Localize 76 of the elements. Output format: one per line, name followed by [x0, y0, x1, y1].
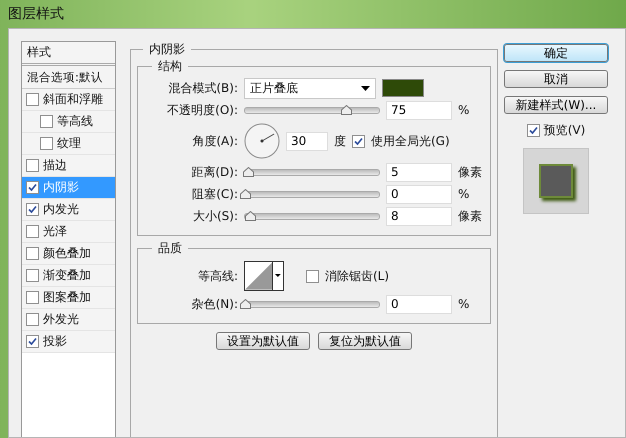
style-item[interactable]: 斜面和浮雕	[22, 89, 115, 111]
default-button[interactable]: 设置为默认值	[216, 332, 310, 350]
checkbox[interactable]	[26, 181, 39, 194]
field-label: 角度(A):	[191, 132, 238, 150]
style-item[interactable]: 渐变叠加	[22, 265, 115, 287]
checkbox[interactable]	[26, 159, 39, 172]
style-item[interactable]: 等高线	[22, 111, 115, 133]
slider-thumb[interactable]	[242, 166, 254, 176]
checkbox[interactable]	[26, 93, 39, 106]
caret-icon	[361, 86, 370, 90]
checkbox-label: 使用全局光(G)	[371, 132, 450, 150]
ok-button[interactable]: 确定	[504, 44, 608, 62]
input-field[interactable]: 75	[386, 100, 452, 120]
checkbox[interactable]	[40, 115, 53, 128]
style-item[interactable]: 投影	[22, 331, 115, 353]
checkbox[interactable]	[352, 134, 365, 148]
style-item[interactable]: 内发光	[22, 199, 115, 221]
slider-track[interactable]	[244, 168, 380, 176]
field-label: 等高线:	[196, 268, 238, 284]
slider-thumb[interactable]	[240, 298, 251, 308]
caret-icon	[272, 262, 283, 290]
contour-picker[interactable]	[244, 261, 284, 291]
input-field[interactable]: 0	[386, 294, 452, 314]
field-label: 距离(D):	[190, 164, 238, 180]
checkbox[interactable]	[26, 313, 39, 326]
group-title: 结构	[157, 58, 183, 75]
style-item[interactable]: 外发光	[22, 309, 115, 331]
contour-curve-icon	[245, 262, 272, 290]
field-label: 杂色(N):	[190, 296, 238, 312]
unit-label: %	[458, 103, 470, 117]
unit-label: 像素	[458, 164, 482, 180]
input-field[interactable]: 5	[386, 162, 452, 182]
angle-dial[interactable]	[244, 123, 280, 159]
style-item[interactable]: 光泽	[22, 221, 115, 243]
field-label: 阻塞(C):	[191, 186, 238, 202]
checkbox[interactable]	[26, 225, 39, 238]
checkbox-label: 预览(V)	[544, 122, 586, 138]
slider-thumb[interactable]	[245, 210, 256, 220]
default-button[interactable]: 复位为默认值	[318, 332, 412, 350]
unit-label: 像素	[458, 208, 482, 224]
group-title: 内阴影	[148, 41, 186, 58]
checkbox-label: 消除锯齿(L)	[325, 268, 390, 284]
style-item[interactable]: 颜色叠加	[22, 243, 115, 265]
input-field[interactable]: 8	[386, 206, 452, 226]
color-swatch[interactable]	[382, 79, 424, 97]
dialog-button[interactable]: 新建样式(W)...	[504, 96, 608, 114]
slider-track[interactable]	[244, 212, 380, 220]
field-label: 混合模式(B):	[167, 80, 238, 96]
input-field[interactable]: 30	[286, 132, 328, 150]
checkbox[interactable]	[306, 270, 319, 282]
unit-label: %	[458, 297, 470, 311]
slider-track[interactable]	[244, 106, 380, 114]
checkbox[interactable]	[26, 291, 39, 304]
blend-options-item[interactable]: 混合选项:默认	[22, 66, 115, 89]
style-item[interactable]: 描边	[22, 155, 115, 177]
field-label: 不透明度(O):	[166, 102, 238, 118]
list-header: 样式	[22, 42, 115, 66]
unit-label: %	[458, 187, 470, 201]
slider-thumb[interactable]	[340, 104, 352, 114]
checkbox[interactable]	[26, 335, 39, 348]
checkbox[interactable]	[40, 137, 53, 150]
window-title: 图层样式	[8, 5, 64, 23]
field-label: 大小(S):	[192, 208, 238, 224]
blend-mode-dropdown[interactable]: 正片叠底	[244, 78, 376, 98]
input-field[interactable]: 0	[386, 184, 452, 204]
dialog-button[interactable]: 取消	[504, 70, 608, 88]
checkbox[interactable]	[26, 203, 39, 216]
group-title: 品质	[157, 240, 183, 257]
checkbox[interactable]	[26, 269, 39, 282]
style-item[interactable]: 纹理	[22, 133, 115, 155]
preview-thumbnail	[523, 148, 589, 214]
unit-label: 度	[334, 132, 346, 150]
style-item[interactable]: 图案叠加	[22, 287, 115, 309]
checkbox[interactable]	[26, 247, 39, 260]
checkbox[interactable]	[526, 124, 540, 136]
slider-thumb[interactable]	[240, 188, 251, 198]
